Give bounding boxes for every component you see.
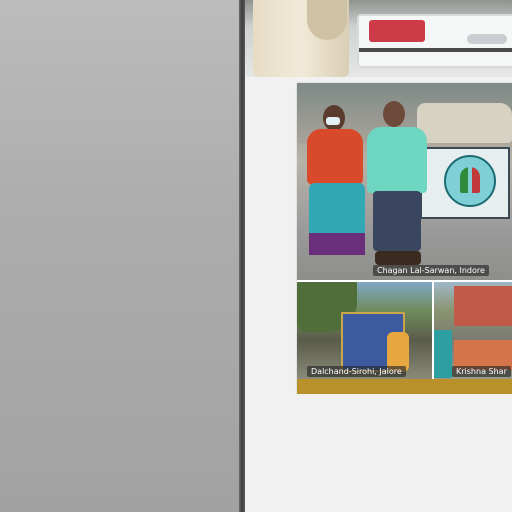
face-mask [326, 117, 340, 125]
accent-strip [297, 379, 512, 394]
banner-logo-icon [444, 155, 496, 207]
man-head [383, 101, 405, 127]
medical-machine [357, 14, 512, 68]
red-panel [369, 20, 425, 42]
sub-photo-right-caption: Krishna Shar [452, 366, 511, 377]
man-shirt [367, 127, 427, 193]
main-photo-caption: Chagan Lal-Sarwan, Indore [373, 265, 489, 276]
sub-photo-left-caption: Dalchand-Sirohi, Jalore [307, 366, 406, 377]
man-legs [373, 191, 421, 251]
blank-area [245, 394, 512, 512]
machine-tray [467, 34, 507, 44]
woman-top [307, 129, 363, 185]
banner [420, 147, 510, 219]
sacks [417, 103, 512, 143]
left-pane [0, 0, 239, 512]
person-arm [307, 0, 347, 40]
person-figure [434, 330, 452, 378]
woman-figure [307, 105, 367, 255]
man-feet [375, 251, 421, 265]
woman-skirt-border [309, 233, 365, 255]
sub-photo-left [297, 282, 432, 379]
machine-bar [359, 48, 512, 52]
hospital-photo [245, 0, 512, 77]
sub-photo-right [434, 282, 512, 379]
right-pane: Chagan Lal-Sarwan, Indore Dalchand-Siroh… [245, 0, 512, 512]
building [454, 286, 512, 326]
photo-collage[interactable]: Chagan Lal-Sarwan, Indore Dalchand-Siroh… [297, 83, 512, 394]
main-photo: Chagan Lal-Sarwan, Indore [297, 83, 512, 280]
man-figure [367, 101, 427, 271]
